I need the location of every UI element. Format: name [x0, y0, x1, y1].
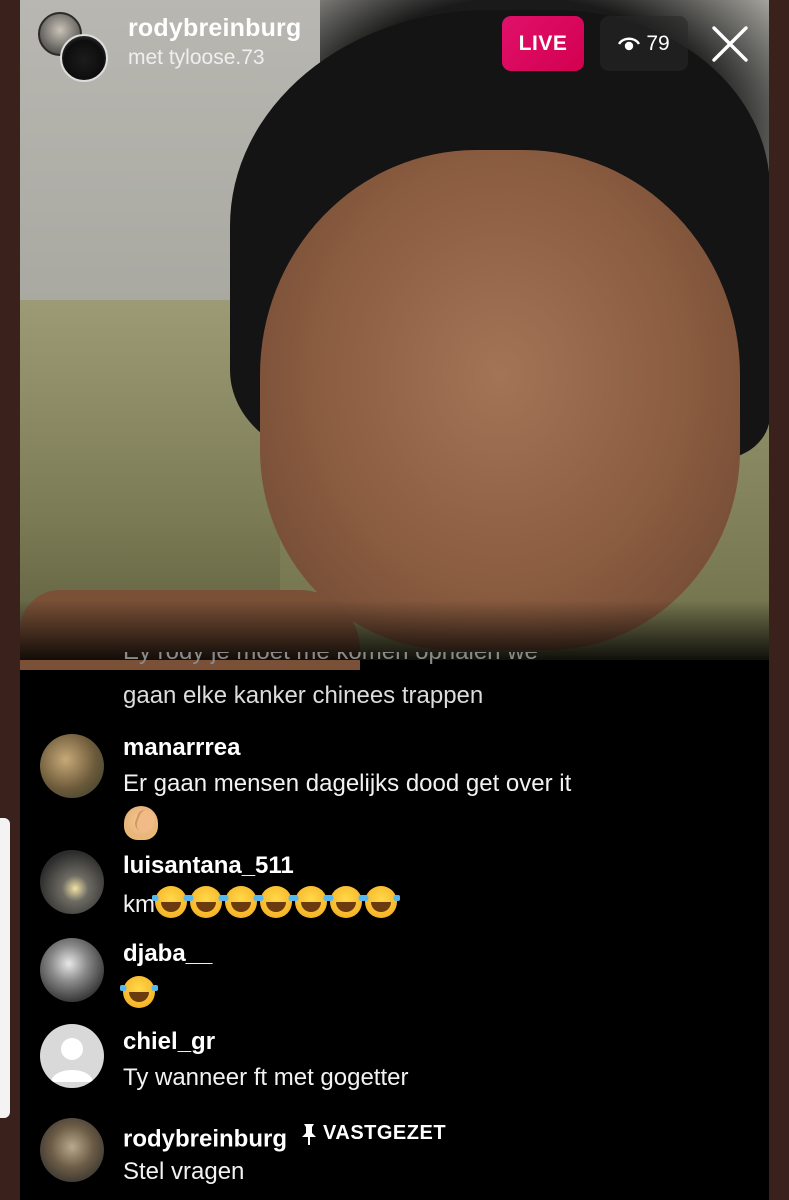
comment-text: Stel vragen	[123, 1158, 245, 1185]
side-scroll-tab	[0, 818, 10, 1118]
comment-text-row: km	[123, 886, 400, 919]
viewer-count: 79	[646, 31, 670, 55]
tears-of-joy-emoji	[292, 886, 330, 918]
tears-of-joy-emoji	[362, 886, 400, 918]
host-username[interactable]: rodybreinburg	[128, 14, 301, 43]
commenter-avatar[interactable]	[40, 938, 104, 1002]
default-avatar[interactable]	[40, 1024, 104, 1088]
commenter-username[interactable]: chiel_gr	[123, 1028, 215, 1056]
commenter-username[interactable]: luisantana_511	[123, 852, 294, 880]
tears-of-joy-emoji	[327, 886, 365, 918]
pin-icon	[302, 1123, 317, 1145]
woman-facepalming-emoji	[124, 806, 158, 840]
comment-text: Er gaan mensen dagelijks dood get over i…	[123, 770, 572, 797]
live-header: rodybreinburg met tyloose.73 LIVE 79	[20, 0, 769, 90]
guest-label[interactable]: met tyloose.73	[128, 46, 265, 70]
tears-of-joy-emoji	[152, 886, 190, 918]
commenter-username[interactable]: rodybreinburg	[123, 1126, 287, 1153]
comment-continued-text: gaan elke kanker chinees trappen	[123, 682, 484, 709]
viewer-count-badge[interactable]: 79	[600, 16, 688, 71]
commenter-avatar[interactable]	[40, 1118, 104, 1182]
commenter-username-row: rodybreinburg VASTGEZET	[123, 1122, 446, 1154]
comments-feed[interactable]: Ey rody je moet me komen ophalen we gaan…	[20, 652, 769, 1200]
comment-text-row	[120, 976, 158, 1015]
video-bottom-shade	[20, 600, 769, 660]
comment-text: km	[123, 891, 155, 918]
video-face	[260, 150, 740, 650]
close-button[interactable]	[708, 22, 752, 66]
laughing-emoji-row	[152, 886, 400, 918]
tears-of-joy-emoji	[120, 976, 158, 1008]
commenter-username[interactable]: manarrrea	[123, 734, 240, 762]
pinned-indicator: VASTGEZET	[301, 1122, 446, 1145]
commenter-avatar[interactable]	[40, 734, 104, 798]
close-icon	[712, 26, 748, 62]
live-badge: LIVE	[502, 16, 584, 71]
live-video-feed[interactable]	[20, 0, 769, 670]
tears-of-joy-emoji	[187, 886, 225, 918]
live-stream-screen: rodybreinburg met tyloose.73 LIVE 79 Ey …	[20, 0, 769, 1200]
tears-of-joy-emoji	[257, 886, 295, 918]
comment-text: Ty wanneer ft met gogetter	[123, 1064, 409, 1091]
eye-icon	[618, 37, 641, 50]
tears-of-joy-emoji	[222, 886, 260, 918]
commenter-username[interactable]: djaba__	[123, 940, 212, 968]
person-placeholder-icon	[51, 1038, 93, 1082]
comment-truncated-text: Ey rody je moet me komen ophalen we	[123, 652, 538, 666]
host-avatars[interactable]	[38, 12, 108, 82]
pinned-label: VASTGEZET	[323, 1122, 447, 1144]
commenter-avatar[interactable]	[40, 850, 104, 914]
comment-truncated-line: Ey rody je moet me komen ophalen we	[123, 652, 538, 666]
host-avatar	[60, 34, 108, 82]
